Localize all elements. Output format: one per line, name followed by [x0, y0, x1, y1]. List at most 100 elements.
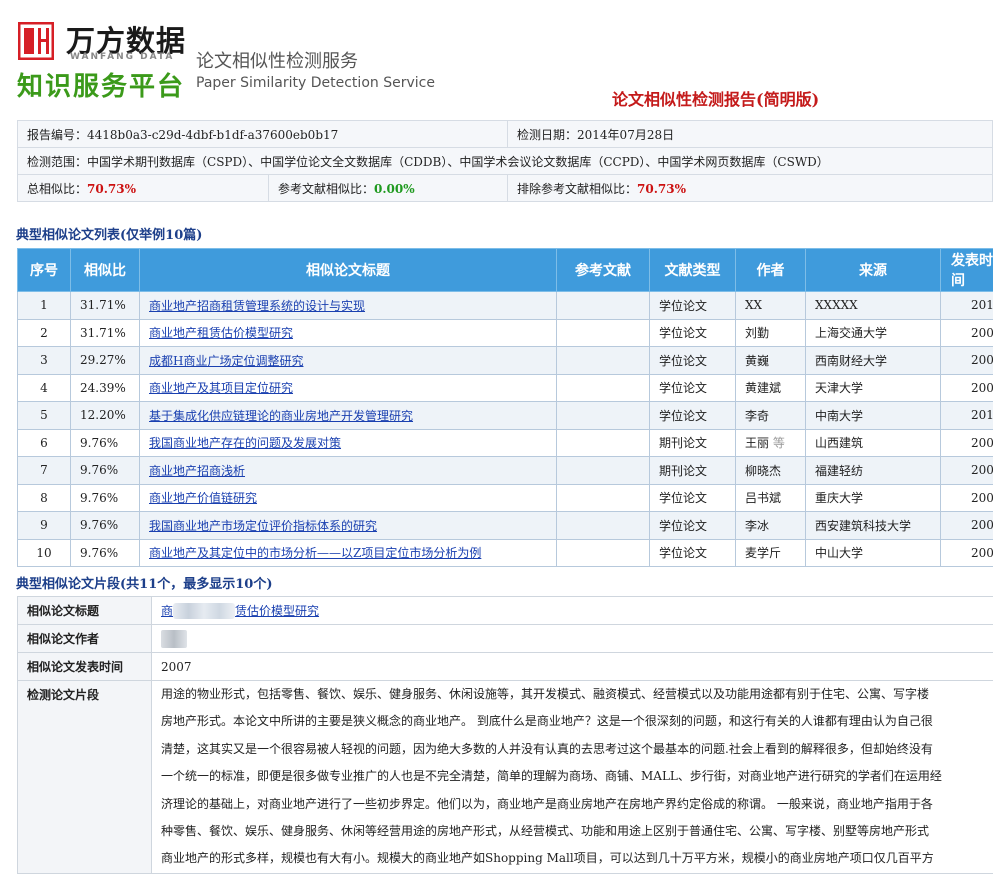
paper-year: 2010: [941, 402, 993, 430]
paper-title-link[interactable]: 商业地产招商租赁管理系统的设计与实现: [149, 299, 365, 313]
paper-no: 4: [18, 374, 71, 402]
paper-reference: [557, 319, 650, 347]
col-header-source: 来源: [806, 249, 941, 292]
paper-source: 西安建筑科技大学: [806, 512, 941, 540]
total-similarity-cell: 总相似比：70.73%: [18, 175, 269, 202]
paper-author: 刘勤: [745, 326, 769, 340]
info-row-1: 报告编号：4418b0a3-c29d-4dbf-b1df-a37600eb0b1…: [18, 121, 993, 148]
paper-type: 学位论文: [650, 374, 736, 402]
paper-no: 9: [18, 512, 71, 540]
excerpt-line: 种零售、餐饮、娱乐、健身服务、休闲等经营用途的房地产形式，从经营模式、功能和用途…: [161, 818, 993, 845]
paper-year: 2007: [941, 429, 993, 457]
paper-type: 学位论文: [650, 539, 736, 567]
paper-title-link[interactable]: 商业地产招商浅析: [149, 464, 245, 478]
fragment-excerpt-row: 检测论文片段 用途的物业形式，包括零售、餐饮、娱乐、健身服务、休闲设施等，其开发…: [18, 681, 993, 874]
paper-title-link[interactable]: 商业地产及其定位中的市场分析——以Z项目定位市场分析为例: [149, 546, 481, 560]
report-header: 万方数据 WANFANG DATA 论文相似性检测服务 知识服务平台 Paper…: [0, 0, 993, 115]
redaction-blur: [173, 603, 235, 619]
col-header-type: 文献类型: [650, 249, 736, 292]
paper-author-cell: 李冰: [736, 512, 806, 540]
table-row: 3 29.27% 成都H商业广场定位调整研究 学位论文 黄巍 西南财经大学 20…: [18, 347, 993, 375]
paper-ratio: 31.71%: [71, 292, 140, 320]
paper-reference: [557, 457, 650, 485]
paper-reference: [557, 539, 650, 567]
fragments-section-title: 典型相似论文片段(共11个，最多显示10个): [16, 573, 272, 592]
fragment-author-row: 相似论文作者: [18, 625, 993, 653]
paper-author: XX: [745, 298, 762, 312]
check-scope: 中国学术期刊数据库（CSPD）、中国学位论文全文数据库（CDDB）、中国学术会议…: [87, 155, 829, 169]
col-header-ratio: 相似比: [71, 249, 140, 292]
fragment-author-label: 相似论文作者: [18, 625, 152, 653]
paper-author-cell: 吕书斌: [736, 484, 806, 512]
table-row: 7 9.76% 商业地产招商浅析 期刊论文 柳晓杰 福建轻纺 2009: [18, 457, 993, 485]
paper-source: 山西建筑: [806, 429, 941, 457]
table-row: 8 9.76% 商业地产价值链研究 学位论文 吕书斌 重庆大学 2007: [18, 484, 993, 512]
paper-author-cell: 柳晓杰: [736, 457, 806, 485]
paper-year: 2005: [941, 374, 993, 402]
paper-no: 6: [18, 429, 71, 457]
paper-no: 7: [18, 457, 71, 485]
info-row-2: 检测范围：中国学术期刊数据库（CSPD）、中国学位论文全文数据库（CDDB）、中…: [18, 148, 993, 175]
total-similarity-value: 70.73%: [87, 182, 136, 196]
paper-reference: [557, 292, 650, 320]
paper-type: 期刊论文: [650, 429, 736, 457]
table-row: 2 31.71% 商业地产租赁估价模型研究 学位论文 刘勤 上海交通大学 200…: [18, 319, 993, 347]
paper-title-cell: 商业地产招商浅析: [140, 457, 557, 485]
paper-author-cell: XX: [736, 292, 806, 320]
paper-reference: [557, 402, 650, 430]
fragment-title-link[interactable]: 商赁估价模型研究: [161, 604, 319, 618]
paper-source: 重庆大学: [806, 484, 941, 512]
report-number-cell: 报告编号：4418b0a3-c29d-4dbf-b1df-a37600eb0b1…: [18, 121, 508, 148]
paper-type: 学位论文: [650, 319, 736, 347]
paper-year: 2013: [941, 292, 993, 320]
paper-title-link[interactable]: 基于集成化供应链理论的商业房地产开发管理研究: [149, 409, 413, 423]
paper-title-link[interactable]: 商业地产及其项目定位研究: [149, 381, 293, 395]
fragment-table: 相似论文标题 商赁估价模型研究 相似论文作者 相似论文发表时间 2007 检测论…: [17, 596, 993, 874]
paper-title-link[interactable]: 商业地产价值链研究: [149, 491, 257, 505]
excerpt-line: 用途的物业形式，包括零售、餐饮、娱乐、健身服务、休闲设施等，其开发模式、融资模式…: [161, 681, 993, 708]
excl-similarity-label: 排除参考文献相似比：: [517, 182, 637, 196]
paper-ratio: 9.76%: [71, 429, 140, 457]
paper-title-link[interactable]: 我国商业地产市场定位评价指标体系的研究: [149, 519, 377, 533]
report-number-label: 报告编号：: [27, 128, 87, 142]
check-date: 2014年07月28日: [577, 128, 674, 142]
paper-source: 中山大学: [806, 539, 941, 567]
col-header-reference: 参考文献: [557, 249, 650, 292]
fragment-title-cell: 商赁估价模型研究: [152, 597, 993, 625]
fragment-author-cell: [152, 625, 993, 653]
paper-ratio: 9.76%: [71, 484, 140, 512]
paper-title-link[interactable]: 商业地产租赁估价模型研究: [149, 326, 293, 340]
table-row: 6 9.76% 我国商业地产存在的问题及发展对策 期刊论文 王丽 等 山西建筑 …: [18, 429, 993, 457]
paper-source: 上海交通大学: [806, 319, 941, 347]
paper-source: 天津大学: [806, 374, 941, 402]
paper-no: 3: [18, 347, 71, 375]
col-header-title: 相似论文标题: [140, 249, 557, 292]
service-name-en: Paper Similarity Detection Service: [196, 75, 435, 91]
paper-title-link[interactable]: 我国商业地产存在的问题及发展对策: [149, 436, 341, 450]
paper-ratio: 31.71%: [71, 319, 140, 347]
paper-title-cell: 商业地产租赁估价模型研究: [140, 319, 557, 347]
paper-author: 黄巍: [745, 354, 769, 368]
paper-source: 福建轻纺: [806, 457, 941, 485]
paper-no: 2: [18, 319, 71, 347]
paper-title-link[interactable]: 成都H商业广场定位调整研究: [149, 354, 303, 368]
paper-author: 麦学斤: [745, 546, 781, 560]
paper-no: 1: [18, 292, 71, 320]
brand-name-en: WANFANG DATA: [70, 52, 174, 62]
paper-ratio: 9.76%: [71, 539, 140, 567]
paper-author: 柳晓杰: [745, 464, 781, 478]
paper-no: 8: [18, 484, 71, 512]
report-info-table: 报告编号：4418b0a3-c29d-4dbf-b1df-a37600eb0b1…: [17, 120, 993, 202]
paper-author: 李冰: [745, 519, 769, 533]
paper-ratio: 12.20%: [71, 402, 140, 430]
fragment-date-label: 相似论文发表时间: [18, 653, 152, 681]
fragment-title-row: 相似论文标题 商赁估价模型研究: [18, 597, 993, 625]
table-row: 10 9.76% 商业地产及其定位中的市场分析——以Z项目定位市场分析为例 学位…: [18, 539, 993, 567]
report-title: 论文相似性检测报告(简明版): [612, 86, 819, 110]
table-row: 1 31.71% 商业地产招商租赁管理系统的设计与实现 学位论文 XX XXXX…: [18, 292, 993, 320]
paper-author-cell: 麦学斤: [736, 539, 806, 567]
paper-year: 2007: [941, 319, 993, 347]
check-scope-cell: 检测范围：中国学术期刊数据库（CSPD）、中国学位论文全文数据库（CDDB）、中…: [18, 148, 993, 175]
excerpt-line: 一个统一的标准，即便是很多做专业推广的人也是不完全清楚，简单的理解为商场、商铺、…: [161, 763, 993, 790]
paper-title-cell: 商业地产及其项目定位研究: [140, 374, 557, 402]
